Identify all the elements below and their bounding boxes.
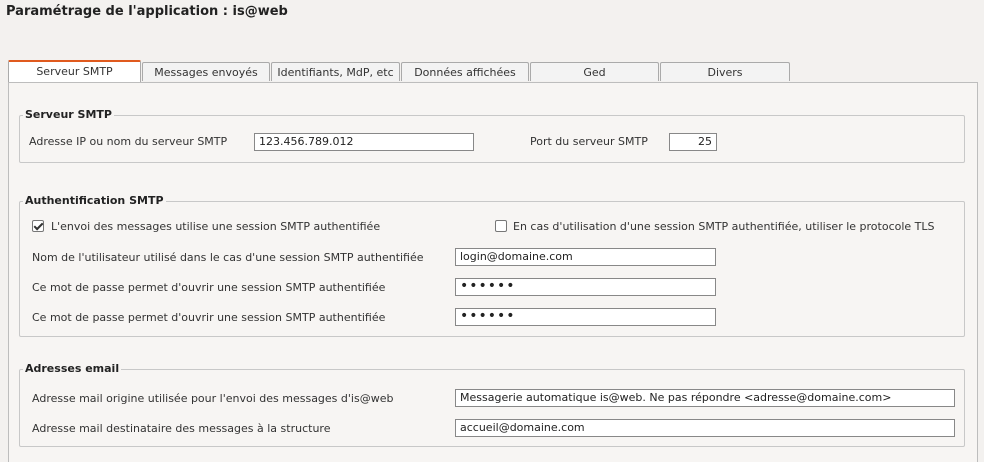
smtp-port-input[interactable]: 25 <box>669 133 717 151</box>
tab-messages-envoyes[interactable]: Messages envoyés <box>142 62 270 81</box>
smtp-auth-group: Authentification SMTP L'envoi des messag… <box>19 194 965 337</box>
tls-checkbox-label: En cas d'utilisation d'une session SMTP … <box>513 220 935 233</box>
tls-checkbox[interactable] <box>495 220 507 232</box>
tab-serveur-smtp[interactable]: Serveur SMTP <box>8 60 141 82</box>
auth-password-confirm-label: Ce mot de passe permet d'ouvrir une sess… <box>32 311 386 324</box>
smtp-auth-legend: Authentification SMTP <box>23 194 166 207</box>
auth-session-checkbox[interactable] <box>32 220 44 232</box>
auth-password-confirm-input[interactable]: •••••• <box>455 308 716 326</box>
tab-divers[interactable]: Divers <box>660 62 790 81</box>
smtp-server-group: Serveur SMTP Adresse IP ou nom du serveu… <box>19 108 965 163</box>
email-addresses-group: Adresses email Adresse mail origine util… <box>19 362 965 447</box>
smtp-server-legend: Serveur SMTP <box>23 108 114 121</box>
auth-username-input[interactable]: login@domaine.com <box>455 248 716 266</box>
tab-donnees-affichees[interactable]: Données affichées <box>401 62 529 81</box>
recipient-email-input[interactable]: accueil@domaine.com <box>455 419 955 437</box>
tab-identifiants[interactable]: Identifiants, MdP, etc <box>271 62 400 81</box>
auth-username-label: Nom de l'utilisateur utilisé dans le cas… <box>32 251 424 264</box>
smtp-port-label: Port du serveur SMTP <box>530 135 648 148</box>
recipient-email-label: Adresse mail destinataire des messages à… <box>32 422 331 435</box>
auth-password-label: Ce mot de passe permet d'ouvrir une sess… <box>32 281 386 294</box>
auth-session-checkbox-label: L'envoi des messages utilise une session… <box>51 220 381 233</box>
origin-email-input[interactable]: Messagerie automatique is@web. Ne pas ré… <box>455 389 955 407</box>
page-title: Paramétrage de l'application : is@web <box>6 4 288 19</box>
auth-password-input[interactable]: •••••• <box>455 278 716 296</box>
smtp-address-input[interactable]: 123.456.789.012 <box>254 133 474 151</box>
origin-email-label: Adresse mail origine utilisée pour l'env… <box>32 392 394 405</box>
smtp-address-label: Adresse IP ou nom du serveur SMTP <box>29 135 228 148</box>
email-addresses-legend: Adresses email <box>23 362 122 375</box>
settings-panel: Serveur SMTP Adresse IP ou nom du serveu… <box>8 82 978 462</box>
tab-ged[interactable]: Ged <box>530 62 659 81</box>
